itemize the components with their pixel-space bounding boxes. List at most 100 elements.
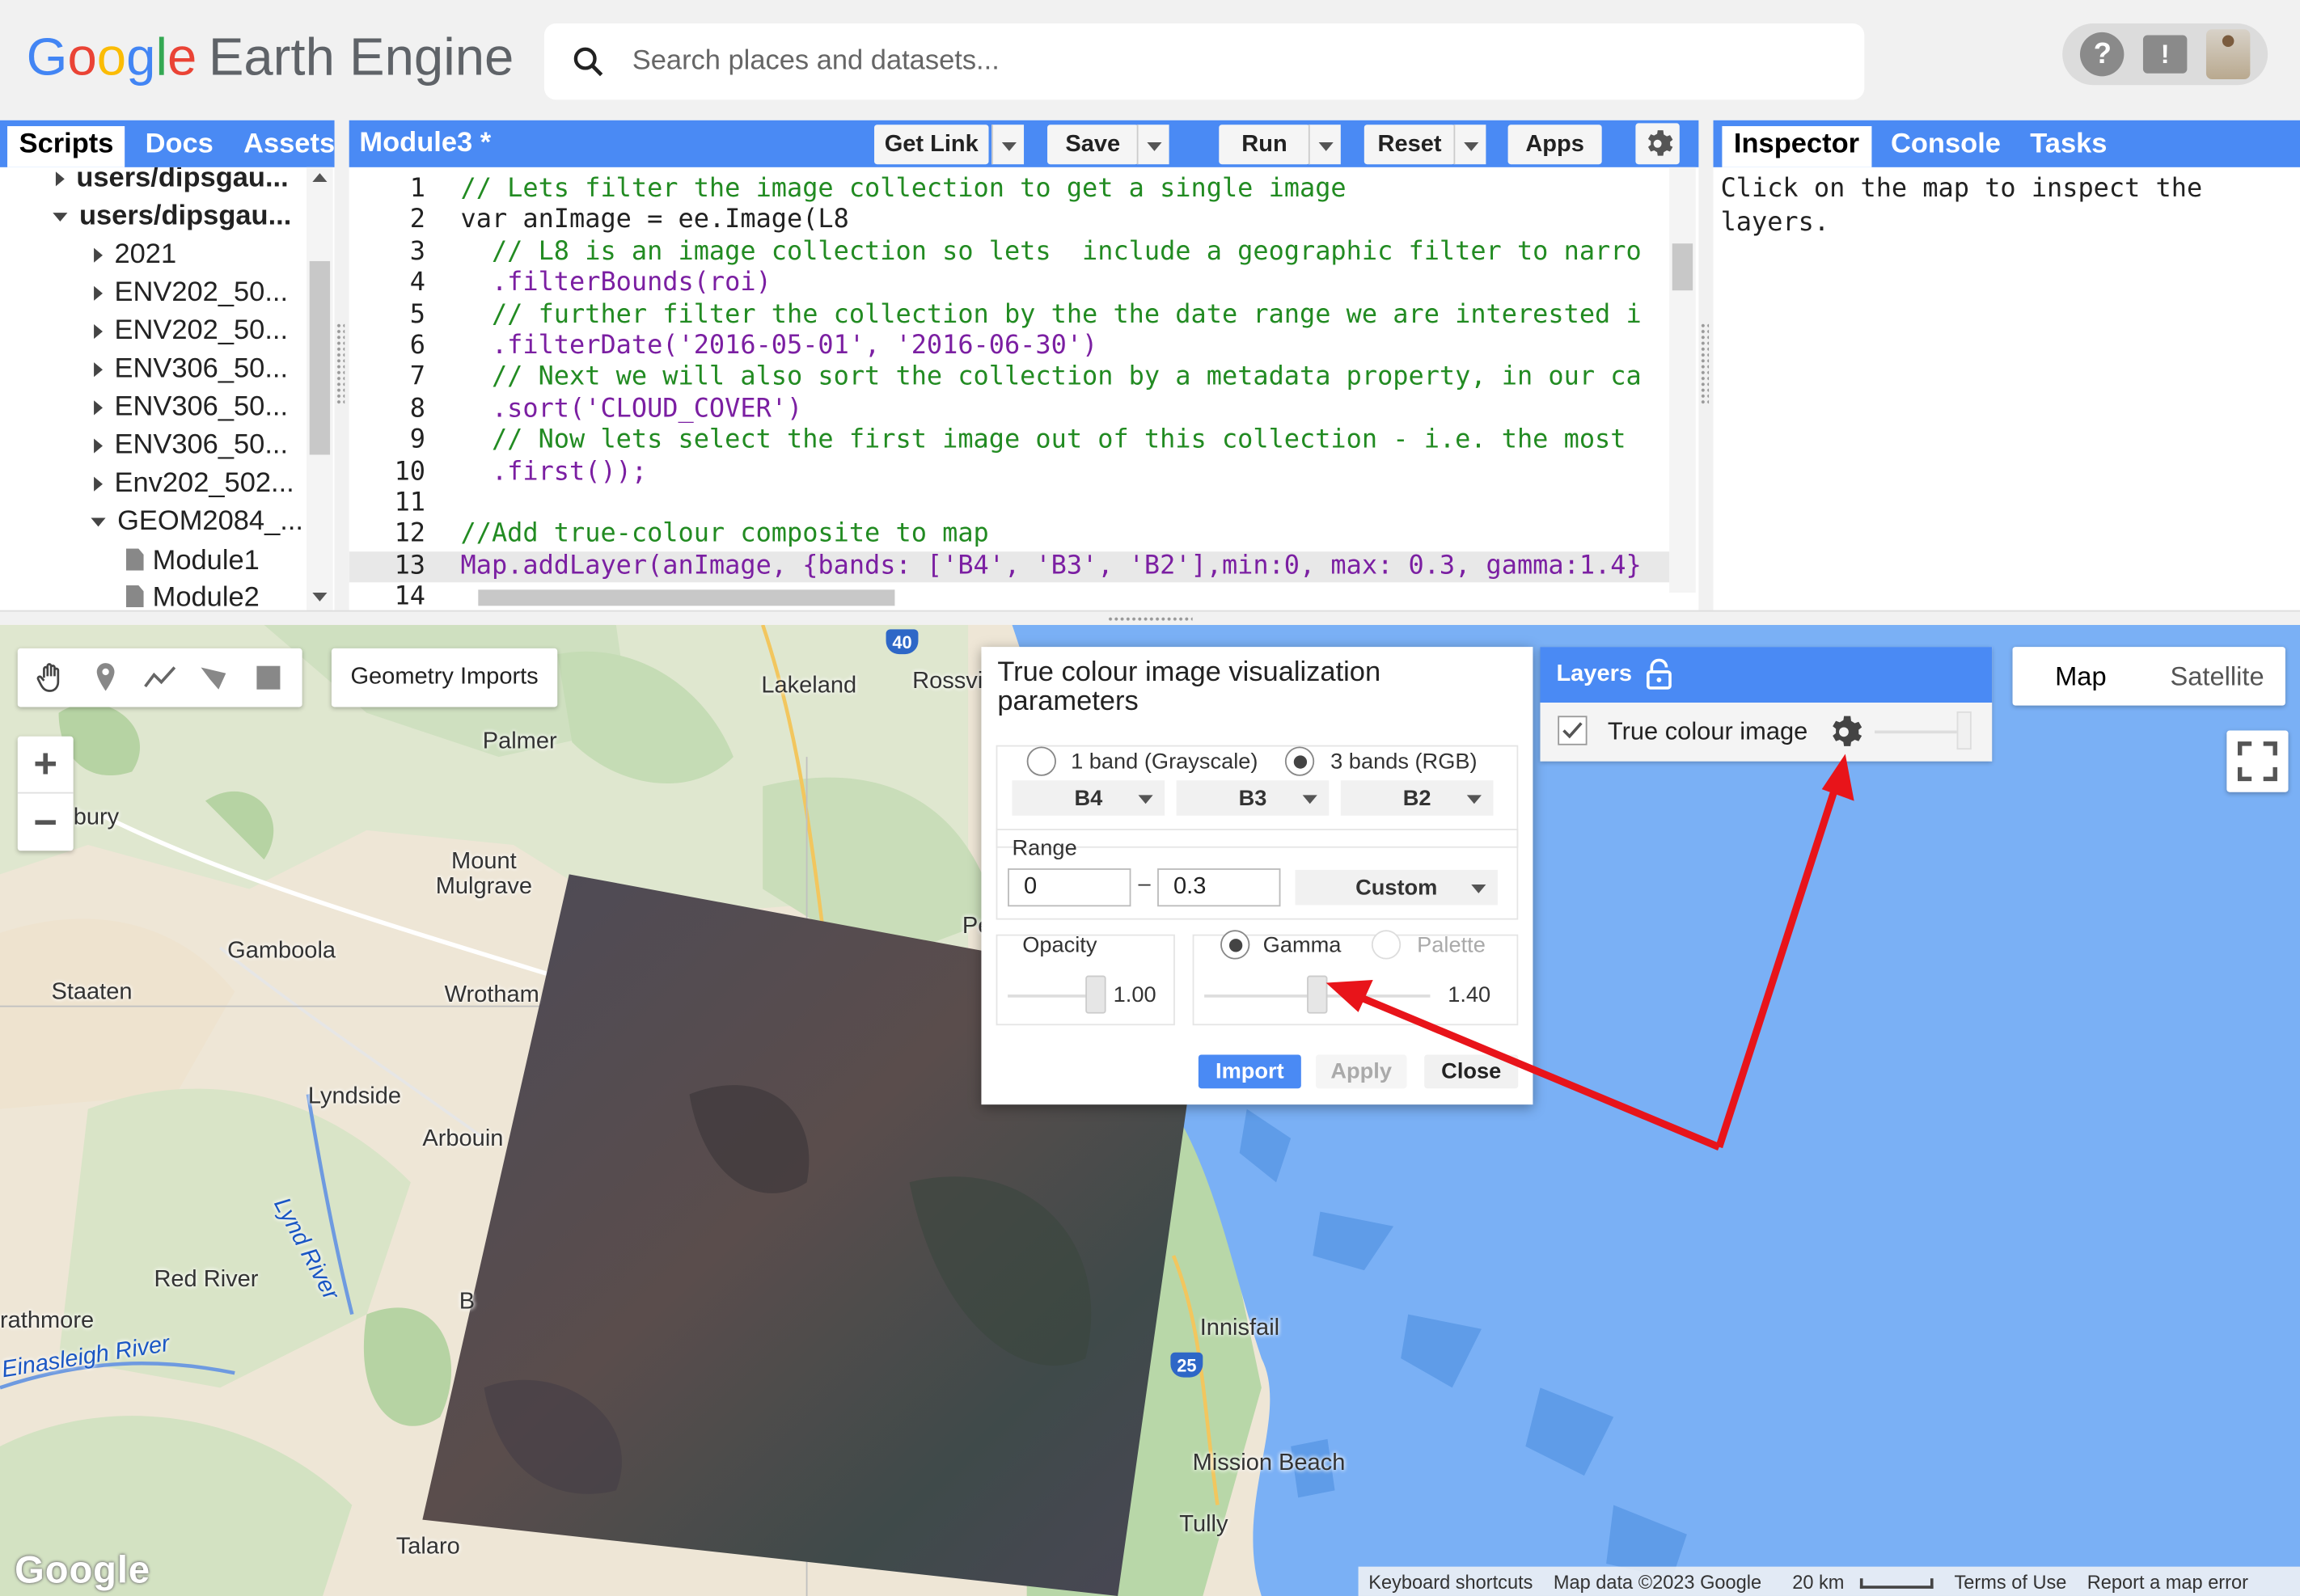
tree-item-repo[interactable]: users/dipsgau... xyxy=(55,167,289,195)
map-type-satellite-button[interactable]: Satellite xyxy=(2149,647,2285,706)
palette-radio[interactable] xyxy=(1371,930,1402,960)
gamma-radio[interactable] xyxy=(1220,930,1250,960)
get-link-dropdown[interactable] xyxy=(991,125,1025,165)
chevron-right-icon[interactable] xyxy=(94,323,103,340)
feedback-icon[interactable]: ! xyxy=(2142,35,2188,74)
layer-visibility-checkbox[interactable] xyxy=(1558,716,1588,745)
chevron-right-icon[interactable] xyxy=(94,438,103,454)
tab-scripts[interactable]: Scripts xyxy=(7,126,125,167)
tab-assets[interactable]: Assets xyxy=(232,126,347,167)
tree-folder-open[interactable]: GEOM2084_... xyxy=(91,506,303,538)
scroll-thumb[interactable] xyxy=(478,589,895,606)
tab-console[interactable]: Console xyxy=(1879,126,2012,167)
polygon-icon[interactable] xyxy=(197,660,232,695)
import-button[interactable]: Import xyxy=(1198,1054,1301,1089)
band-red-select[interactable]: B4 xyxy=(1012,780,1165,816)
geometry-imports-button[interactable]: Geometry Imports xyxy=(331,648,558,707)
range-max-input[interactable]: 0.3 xyxy=(1157,868,1281,907)
line-icon[interactable] xyxy=(142,660,178,695)
search-bar[interactable] xyxy=(543,23,1865,100)
splitter-grip[interactable] xyxy=(1107,616,1193,623)
chevron-right-icon[interactable] xyxy=(94,247,103,263)
tree-folder[interactable]: ENV202_50... xyxy=(94,315,288,348)
scroll-down-icon[interactable] xyxy=(312,592,328,602)
rectangle-icon[interactable] xyxy=(252,660,287,695)
tree-folder[interactable]: ENV306_50... xyxy=(94,391,288,424)
line-number: 14 xyxy=(394,582,426,610)
gear-icon[interactable] xyxy=(1824,713,1862,751)
lock-icon[interactable] xyxy=(1646,658,1672,691)
run-dropdown[interactable] xyxy=(1308,125,1341,165)
place-label: Lakeland xyxy=(761,673,857,699)
tree-folder[interactable]: ENV306_50... xyxy=(94,353,288,386)
save-button[interactable]: Save xyxy=(1047,125,1139,165)
layer-name: True colour image xyxy=(1607,717,1808,745)
chevron-down-icon[interactable] xyxy=(91,517,106,527)
save-dropdown[interactable] xyxy=(1136,125,1169,165)
gamma-slider[interactable] xyxy=(1307,975,1328,1014)
chevron-right-icon[interactable] xyxy=(94,476,103,492)
pan-hand-icon[interactable] xyxy=(33,660,69,695)
code-scrollbar[interactable] xyxy=(1669,167,1696,593)
tree-folder[interactable]: Env202_502... xyxy=(94,468,294,500)
help-icon[interactable]: ? xyxy=(2080,32,2125,77)
reset-button[interactable]: Reset xyxy=(1364,125,1456,165)
avatar[interactable] xyxy=(2205,29,2250,79)
tab-inspector[interactable]: Inspector xyxy=(1722,126,1871,167)
tree-folder[interactable]: ENV202_50... xyxy=(94,277,288,310)
scroll-thumb[interactable] xyxy=(1672,243,1693,291)
map-type-map-button[interactable]: Map xyxy=(2013,647,2150,706)
chevron-down-icon[interactable] xyxy=(53,213,68,222)
editor-settings-button[interactable] xyxy=(1635,123,1680,165)
tree-file[interactable]: Module1 xyxy=(125,546,260,578)
layer-opacity-track[interactable] xyxy=(1875,730,1963,734)
band-mode-3-radio[interactable] xyxy=(1284,746,1315,776)
close-button[interactable]: Close xyxy=(1424,1054,1519,1089)
tree-item-repo[interactable]: users/dipsgau... xyxy=(53,201,291,234)
tab-tasks[interactable]: Tasks xyxy=(2019,126,2119,167)
layer-opacity-slider[interactable] xyxy=(1956,711,1972,750)
report-error-link[interactable]: Report a map error xyxy=(2077,1570,2259,1592)
band-mode-1-radio[interactable] xyxy=(1026,746,1056,776)
search-input[interactable] xyxy=(632,45,1806,78)
opacity-slider[interactable] xyxy=(1085,975,1106,1014)
range-min-input[interactable]: 0 xyxy=(1008,868,1131,907)
search-icon[interactable] xyxy=(544,44,632,79)
earth-engine-logo[interactable]: Google Earth Engine xyxy=(27,27,514,88)
opacity-slider-track[interactable] xyxy=(1008,994,1096,998)
terms-link[interactable]: Terms of Use xyxy=(1944,1570,2077,1592)
chevron-right-icon[interactable] xyxy=(94,400,103,416)
marker-icon[interactable] xyxy=(87,660,123,695)
horizontal-splitter[interactable] xyxy=(0,610,2300,625)
tree-folder[interactable]: ENV306_50... xyxy=(94,430,288,462)
chevron-right-icon[interactable] xyxy=(55,171,65,187)
chevron-right-icon[interactable] xyxy=(94,285,103,301)
chevron-right-icon[interactable] xyxy=(94,362,103,378)
apps-button[interactable]: Apps xyxy=(1507,125,1602,165)
panel-resize-handle[interactable] xyxy=(1700,323,1710,405)
header-actions: ? ! xyxy=(2062,23,2268,86)
band-green-select[interactable]: B3 xyxy=(1176,780,1330,816)
code-area[interactable]: 1 // Lets filter the image collection to … xyxy=(349,167,1699,610)
scroll-thumb[interactable] xyxy=(309,260,331,455)
tree-scrollbar[interactable] xyxy=(307,167,333,610)
tab-docs[interactable]: Docs xyxy=(133,126,225,167)
panel-resize-handle[interactable] xyxy=(336,323,345,405)
opacity-value: 1.00 xyxy=(1113,982,1156,1008)
layers-header[interactable]: Layers xyxy=(1540,647,1993,703)
fullscreen-button[interactable] xyxy=(2226,730,2289,792)
tree-folder[interactable]: 2021 xyxy=(94,239,176,272)
layer-row[interactable]: True colour image xyxy=(1540,703,1993,762)
zoom-in-button[interactable]: + xyxy=(17,737,74,794)
range-mode-select[interactable]: Custom xyxy=(1295,869,1498,906)
get-link-button[interactable]: Get Link xyxy=(874,125,989,165)
scroll-up-icon[interactable] xyxy=(312,173,328,182)
code-hscrollbar[interactable] xyxy=(461,587,1664,607)
zoom-out-button[interactable]: − xyxy=(18,794,74,851)
apply-button[interactable]: Apply xyxy=(1315,1054,1407,1089)
reset-dropdown[interactable] xyxy=(1453,125,1486,165)
band-blue-select[interactable]: B2 xyxy=(1340,780,1494,816)
run-button[interactable]: Run xyxy=(1219,125,1310,165)
keyboard-shortcuts-link[interactable]: Keyboard shortcuts xyxy=(1359,1570,1544,1592)
tree-file[interactable]: Module2 xyxy=(125,582,260,610)
